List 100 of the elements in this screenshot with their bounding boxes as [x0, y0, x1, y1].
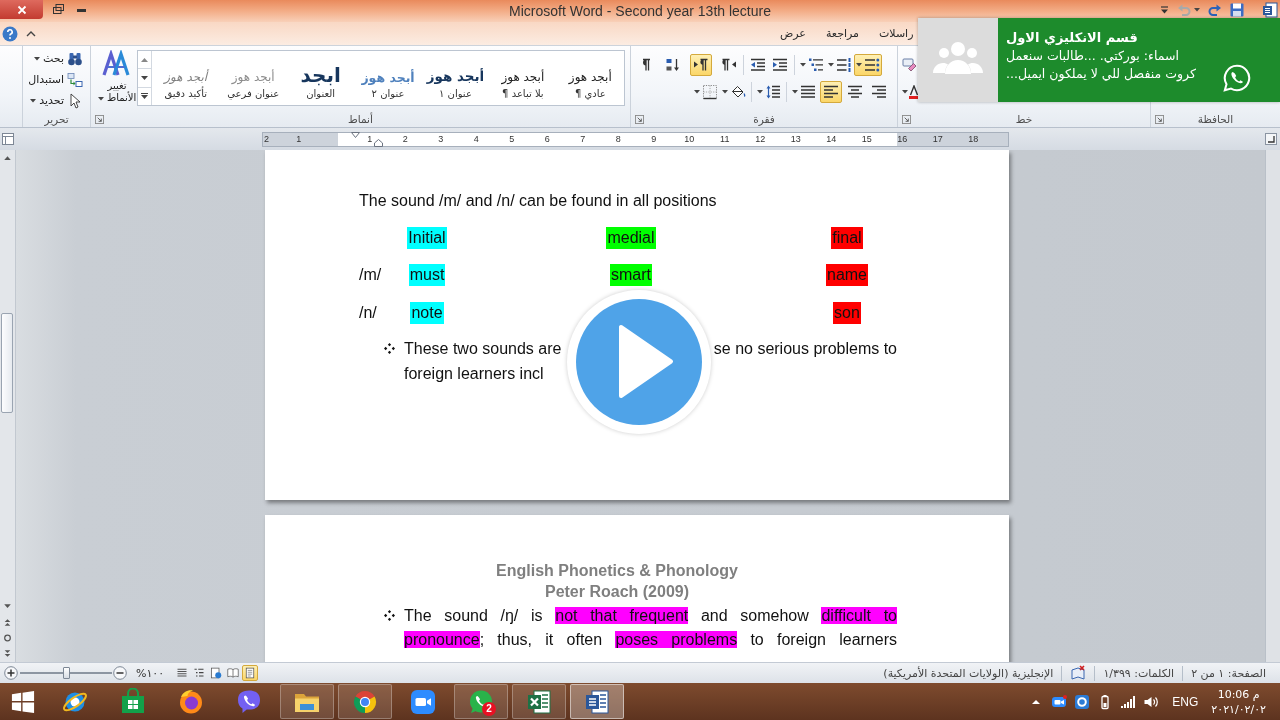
- scroll-up-icon[interactable]: [141, 57, 148, 62]
- style-button[interactable]: أبجد هوز عادي ¶: [556, 51, 624, 105]
- caret-icon[interactable]: [1194, 7, 1200, 12]
- print-view-button[interactable]: [242, 665, 259, 681]
- left-to-right-button[interactable]: [690, 54, 712, 76]
- highlighted-word: Initial: [407, 226, 447, 249]
- highlighted-word: smart: [610, 264, 652, 287]
- style-button[interactable]: ابجد العنوان: [286, 51, 355, 105]
- paragraph-text: foreign learners incl: [404, 363, 544, 384]
- dialog-launcher-icon[interactable]: [902, 114, 911, 124]
- borders-icon: [702, 84, 718, 100]
- zoom-level[interactable]: %١٠٠: [136, 666, 165, 680]
- highlighted-word: son: [833, 301, 861, 324]
- signal-icon[interactable]: [1120, 693, 1137, 710]
- indent-marker-icon[interactable]: [351, 131, 360, 138]
- zoom-out-icon[interactable]: [113, 666, 127, 680]
- replace-icon: [67, 71, 83, 88]
- ruler-number: 8: [615, 134, 621, 144]
- find-button[interactable]: بحث: [34, 48, 83, 69]
- document-icon[interactable]: [1262, 1, 1278, 18]
- horizontal-ruler[interactable]: 2 1 1 2 3 4 5 6 7 8 9 10 11 12 13 14 15 16 17 18: [262, 131, 1009, 147]
- scroll-down-icon[interactable]: [141, 76, 148, 80]
- start-icon[interactable]: [11, 689, 35, 714]
- window-title: Microsoft Word - Second year 13th lecture: [509, 2, 771, 19]
- taskbar-button[interactable]: 2: [454, 684, 508, 719]
- caret-icon[interactable]: [902, 90, 908, 94]
- align-left-icon: [823, 84, 839, 100]
- input-language[interactable]: ENG: [1172, 694, 1199, 709]
- open-book-icon: [227, 667, 240, 679]
- save-icon[interactable]: [1230, 2, 1244, 17]
- notification-message: اسماء: بوركتي. ...طالبات سنعمل كروت منفصل للي لا يملكون ايميل...: [1006, 47, 1196, 83]
- right-to-left-icon: [721, 57, 737, 73]
- scroll-thumb[interactable]: [1, 313, 13, 413]
- cursor-icon: [67, 92, 83, 109]
- style-button[interactable]: أبجد هوز عنوان ١: [421, 51, 490, 105]
- select-button[interactable]: تحديد: [30, 90, 83, 111]
- eraser-icon[interactable]: [902, 57, 918, 73]
- increase-indent-icon: [772, 57, 788, 73]
- more-icon[interactable]: [141, 93, 148, 100]
- dialog-launcher-icon[interactable]: [635, 114, 644, 124]
- restore-icon[interactable]: [53, 4, 64, 14]
- close-icon: [16, 4, 27, 15]
- caret-icon[interactable]: [1160, 5, 1169, 14]
- ruler-number: 1: [296, 134, 302, 144]
- page-icon: [244, 667, 257, 679]
- bullets-button[interactable]: [854, 54, 882, 76]
- ruler-number: 2: [402, 134, 408, 144]
- taskbar-button[interactable]: [512, 684, 566, 719]
- style-button[interactable]: أبجد هوز تأكيد دقيق: [152, 51, 220, 105]
- paragraph-text: The sound /ŋ/ is not that frequent and somehow difficult to pronounce; thus, it often poses problems to foreign learners: [404, 606, 897, 650]
- app-tray-icon[interactable]: [1074, 693, 1091, 710]
- ruler-number: 14: [826, 134, 837, 144]
- outline-icon: [193, 667, 206, 679]
- taskbar-button[interactable]: [338, 684, 392, 719]
- taskbar-button[interactable]: [280, 684, 334, 719]
- zoom-in-icon[interactable]: [4, 666, 18, 680]
- highlighted-word: note: [410, 301, 444, 324]
- group-avatar-icon: [918, 18, 998, 102]
- page-count[interactable]: الصفحة: ١ من ٢: [1191, 666, 1266, 680]
- replace-button[interactable]: استبدال: [28, 69, 83, 90]
- paragraph-text: These two sounds are: [404, 338, 562, 359]
- clock-time[interactable]: 10:06 م: [1217, 686, 1260, 702]
- ribbon-tab[interactable]: عرض: [770, 23, 816, 44]
- align-left-button[interactable]: [820, 81, 842, 103]
- style-button[interactable]: أبجد هوز عنوان ٢: [354, 51, 422, 105]
- word-count[interactable]: الكلمات: ١/٣٩٩: [1103, 666, 1175, 680]
- decrease-indent-icon: [750, 57, 766, 73]
- language-status[interactable]: الإنجليزية (الولايات المتحدة الأمريكية): [883, 666, 1054, 680]
- ruler-number: 9: [651, 134, 657, 144]
- style-button[interactable]: أبجد هوز بلا تباعد ¶: [489, 51, 557, 105]
- font-color-icon[interactable]: [909, 85, 919, 99]
- change-styles-icon: [102, 50, 132, 78]
- lines-icon: [176, 667, 189, 679]
- dialog-launcher-icon[interactable]: [95, 114, 104, 124]
- spelling-check-icon[interactable]: [1070, 665, 1087, 681]
- ruler-number: 2: [264, 134, 269, 144]
- notification-title: قسم الانكليزي الاول: [1006, 30, 1138, 45]
- ruler-toggle-icon[interactable]: [2, 133, 14, 145]
- change-styles-button[interactable]: تغيير الأنماط: [97, 50, 137, 104]
- bullet-icon: [384, 610, 395, 621]
- help-icon[interactable]: [2, 25, 18, 42]
- ruler-number: 18: [968, 134, 979, 144]
- indent-marker-icon[interactable]: [374, 138, 383, 147]
- style-button[interactable]: أبجد هوز عنوان فرعي: [219, 51, 287, 105]
- dialog-launcher-icon[interactable]: [1155, 114, 1164, 124]
- clock-date[interactable]: ٢٠٢١/٠٢/٠٢: [1211, 701, 1266, 717]
- ribbon-tab[interactable]: مراجعة: [815, 23, 869, 44]
- video-camera-icon[interactable]: [1051, 693, 1068, 710]
- bullet-list-icon: [864, 57, 880, 73]
- caret-icon[interactable]: [26, 30, 36, 37]
- close-button[interactable]: [0, 0, 43, 19]
- ruler-number: 1: [367, 134, 373, 144]
- slider-thumb[interactable]: [62, 667, 70, 679]
- ruler-number: 4: [473, 134, 479, 144]
- ruler-number: 10: [684, 134, 695, 144]
- taskbar-button[interactable]: [570, 684, 624, 719]
- ruler-corner-icon[interactable]: [1265, 133, 1277, 145]
- caret-icon: [30, 98, 37, 103]
- redo-icon[interactable]: [1208, 2, 1222, 17]
- reading-view-button[interactable]: [225, 665, 242, 681]
